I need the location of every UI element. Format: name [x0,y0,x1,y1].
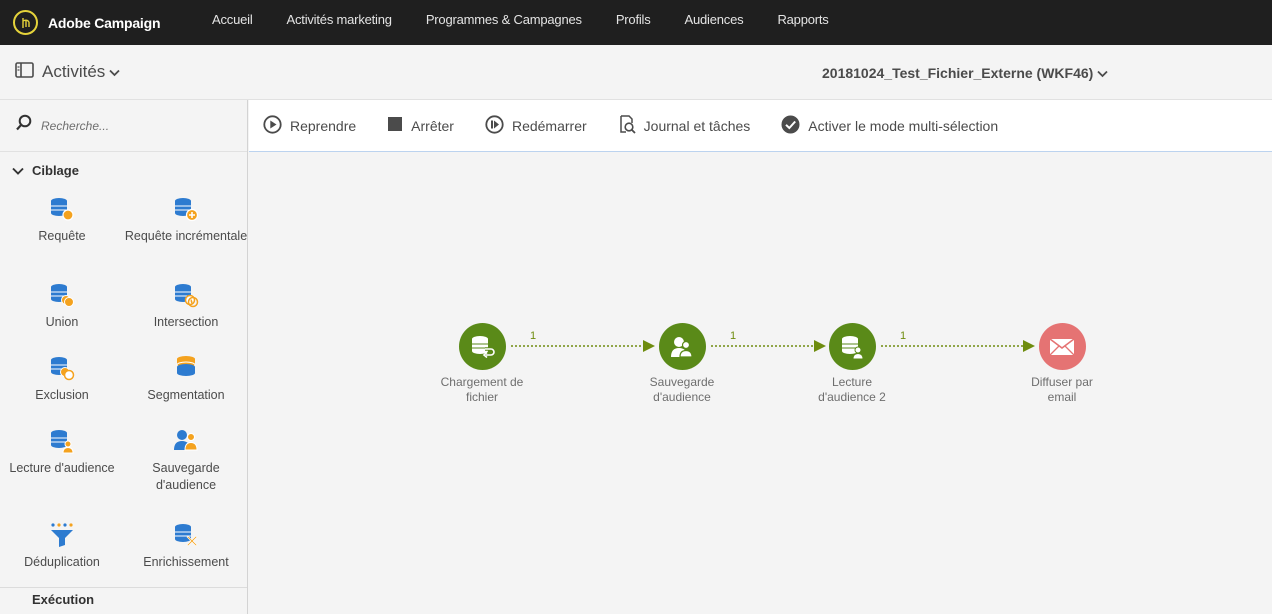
sub-header: Activités 20181024_Test_Fichier_Externe … [0,45,1272,100]
activity-label: Lecture d'audience [9,461,115,475]
section-ciblage-header[interactable]: Ciblage [0,152,247,188]
play-icon [263,114,282,137]
activity-label: Exclusion [35,388,89,402]
search-icon [15,114,33,137]
section-execution-header[interactable]: Exécution [0,587,247,607]
activities-label: Activités [42,62,106,81]
node-label: Lecture d'audience 2 [818,375,886,405]
activity-enrichissement[interactable]: Enrichissement [124,514,247,587]
node-label-line2: d'audience 2 [818,390,886,404]
activity-label: Enrichissement [143,555,229,569]
activity-grid: Requête Requête incrémentale Union Inter… [0,188,247,587]
node-lecture-audience-2[interactable]: Lecture d'audience 2 [797,323,907,405]
nav-item-rapports[interactable]: Rapports [760,0,845,45]
section-execution-label: Exécution [32,592,95,607]
deduplication-icon [49,518,75,548]
nav-item-activites-marketing[interactable]: Activités marketing [270,0,409,45]
node-sauvegarde-audience[interactable]: Sauvegarde d'audience [627,323,737,405]
activity-label: Requête [38,229,86,243]
activity-label: Déduplication [24,555,100,569]
resume-button[interactable]: Reprendre [263,114,357,137]
node-chargement-fichier[interactable]: Chargement de fichier [427,323,537,405]
workflow-title[interactable]: 20181024_Test_Fichier_Externe (WKF46) [822,45,1108,100]
stop-label: Arrêter [411,117,454,134]
main-nav: Accueil Activités marketing Programmes &… [195,0,846,45]
activity-label: Requête incrémentale [124,229,248,243]
chevron-down-icon [1093,65,1108,81]
node-label-line1: Diffuser par [1031,375,1093,389]
restart-label: Redémarrer [511,117,587,134]
restart-icon [485,114,504,137]
node-label-line1: Chargement de [440,375,524,389]
node-label: Sauvegarde d'audience [650,375,715,405]
stop-button[interactable]: Arrêter [387,116,454,135]
activity-exclusion[interactable]: Exclusion [0,351,124,424]
incremental-query-icon [173,192,199,222]
node-label: Chargement de fichier [441,375,524,405]
checkmark-circle-icon [781,115,800,137]
union-icon [49,278,75,308]
workflow-title-text: 20181024_Test_Fichier_Externe (WKF46) [822,64,1094,81]
activity-label: Intersection [153,315,219,329]
activity-intersection[interactable]: Intersection [124,278,247,351]
activities-palette: Ciblage Requête Requête incrémentale Uni… [0,100,248,614]
nav-item-profils[interactable]: Profils [599,0,668,45]
multiselect-label: Activer le mode multi-sélection [808,117,999,134]
stop-icon [387,116,403,135]
workflow-edges [511,340,1035,352]
nav-item-audiences[interactable]: Audiences [668,0,761,45]
multiselect-button[interactable]: Activer le mode multi-sélection [781,115,998,137]
activity-union[interactable]: Union [0,278,124,351]
resume-label: Reprendre [290,117,357,134]
activities-toggle[interactable]: Activités [0,61,120,83]
section-ciblage-label: Ciblage [32,162,79,178]
workflow-toolbar: Reprendre Arrêter Redémarrer Journal et … [249,100,1272,152]
node-label-line1: Lecture [831,375,873,389]
exclusion-icon [49,351,75,381]
intersection-icon [173,278,199,308]
email-icon [1038,323,1086,370]
panel-toggle-icon [15,61,34,83]
segmentation-icon [173,351,199,381]
activity-label: Sauvegarde d'audience [152,461,220,492]
adobe-campaign-logo-icon [13,10,38,35]
activity-label: Union [45,315,79,329]
node-label-line2: d'audience [653,390,711,404]
enrichment-icon [173,518,199,548]
read-audience-icon [828,323,876,370]
top-navigation-bar: Adobe Campaign Accueil Activités marketi… [0,0,1272,45]
brand-name: Adobe Campaign [48,14,161,31]
file-load-icon [458,323,506,370]
activity-label: Segmentation [147,388,225,402]
node-diffuser-email[interactable]: Diffuser par email [1007,323,1117,405]
search-input[interactable] [41,118,241,133]
nav-item-programmes-campagnes[interactable]: Programmes & Campagnes [409,0,599,45]
activity-sauvegarde-audience[interactable]: Sauvegarde d'audience [124,424,247,514]
workflow-canvas[interactable]: 1 1 1 Chargement de fichier Sauvegarde d… [249,153,1272,614]
journal-button[interactable]: Journal et tâches [618,114,751,137]
restart-button[interactable]: Redémarrer [485,114,587,137]
nav-item-accueil[interactable]: Accueil [195,0,270,45]
journal-search-icon [618,114,636,137]
activity-deduplication[interactable]: Déduplication [0,514,124,587]
node-label-line2: fichier [465,390,498,404]
save-audience-icon [658,323,706,370]
chevron-down-icon [109,62,120,82]
node-label: Diffuser par email [1031,375,1093,405]
query-icon [49,192,75,222]
brand[interactable]: Adobe Campaign [0,10,195,35]
read-audience-icon [49,424,75,454]
chevron-down-icon [12,163,24,178]
activity-lecture-audience[interactable]: Lecture d'audience [0,424,124,514]
activity-requete-incrementale[interactable]: Requête incrémentale [124,188,248,278]
node-label-line2: email [1047,390,1077,404]
activity-segmentation[interactable]: Segmentation [124,351,247,424]
journal-label: Journal et tâches [643,117,751,134]
search-bar [0,100,247,152]
save-audience-icon [173,424,199,454]
node-label-line1: Sauvegarde [649,375,715,389]
activity-requete[interactable]: Requête [0,188,124,278]
